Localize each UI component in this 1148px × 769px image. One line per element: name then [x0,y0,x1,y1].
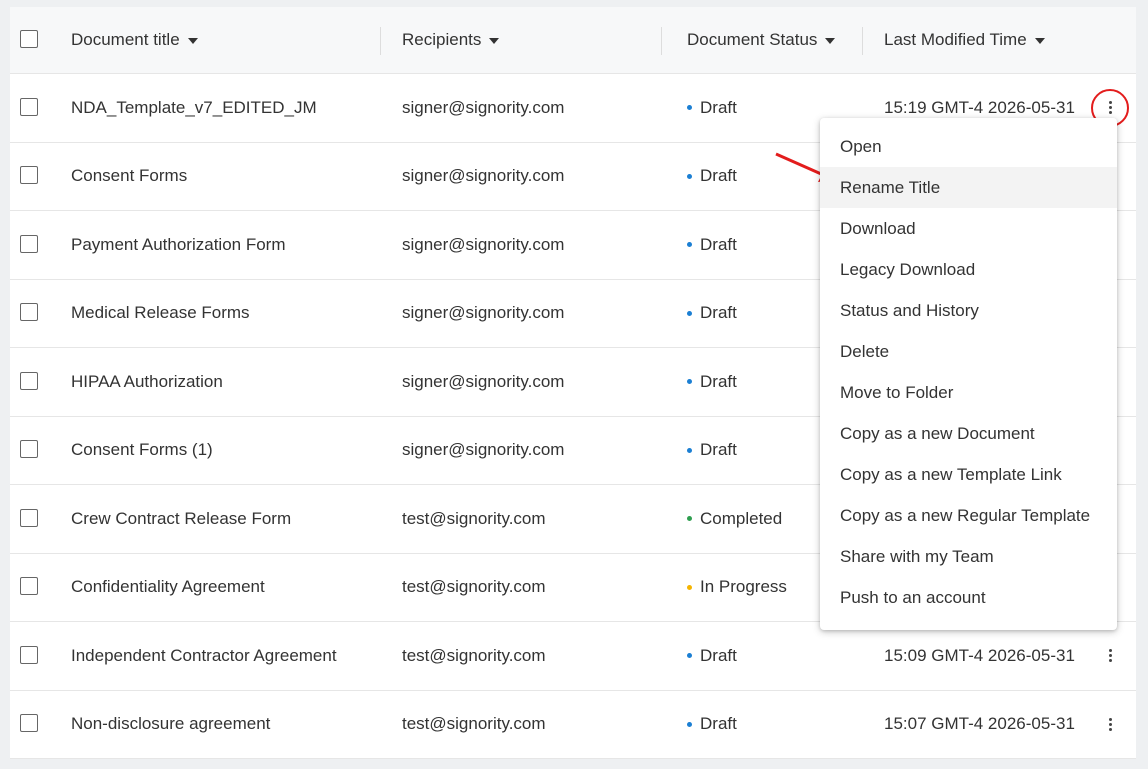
last-modified-time: 15:07 GMT-4 2026-05-31 [884,714,1075,734]
row-checkbox[interactable] [20,303,38,322]
recipient-email: signer@signority.com [402,234,565,254]
table-row[interactable]: Non-disclosure agreement test@signority.… [10,691,1136,759]
document-title[interactable]: Non-disclosure agreement [71,691,270,759]
document-status: In Progress [687,554,787,622]
sort-caret-icon[interactable] [1034,38,1045,44]
document-status: Draft [687,280,737,348]
column-header-title-label: Document title [71,30,180,49]
row-checkbox[interactable] [20,440,38,459]
last-modified-time: 15:09 GMT-4 2026-05-31 [884,645,1075,665]
document-title[interactable]: Medical Release Forms [71,280,250,348]
status-label: In Progress [700,577,787,597]
status-dot-icon [687,173,692,179]
status-dot-icon [687,516,692,522]
recipient-email: test@signority.com [402,714,546,734]
column-divider [862,27,863,55]
column-divider [380,27,381,55]
menu-item-copy-as-a-new-regular-template[interactable]: Copy as a new Regular Template [820,495,1117,536]
status-label: Completed [700,508,783,528]
status-label: Draft [700,371,737,391]
menu-item-legacy-download[interactable]: Legacy Download [820,249,1117,290]
status-label: Draft [700,440,737,460]
more-actions-icon[interactable] [1098,645,1122,667]
menu-item-share-with-my-team[interactable]: Share with my Team [820,536,1117,577]
status-dot-icon [687,447,692,453]
select-all-checkbox[interactable] [20,30,38,48]
table-header: Document title Recipients Document Statu… [10,7,1136,74]
document-title[interactable]: Consent Forms (1) [71,417,213,485]
column-header-time-label: Last Modified Time [884,30,1027,49]
sort-caret-icon[interactable] [489,38,500,44]
document-status: Draft [687,417,737,485]
menu-item-delete[interactable]: Delete [820,331,1117,372]
menu-item-copy-as-a-new-template-link[interactable]: Copy as a new Template Link [820,454,1117,495]
recipient-email: signer@signority.com [402,97,565,117]
recipient-email: test@signority.com [402,645,546,665]
sort-caret-icon[interactable] [825,38,836,44]
status-dot-icon [687,379,692,385]
column-divider [661,27,662,55]
column-header-time[interactable]: Last Modified Time [884,7,1045,73]
menu-item-copy-as-a-new-document[interactable]: Copy as a new Document [820,413,1117,454]
recipient-email: test@signority.com [402,577,546,597]
document-title[interactable]: HIPAA Authorization [71,348,223,416]
row-checkbox[interactable] [20,234,38,253]
status-dot-icon [687,310,692,316]
status-dot-icon [687,584,692,590]
row-checkbox[interactable] [20,166,38,185]
document-title[interactable]: Payment Authorization Form [71,211,285,279]
column-header-recipients[interactable]: Recipients [402,7,500,73]
status-label: Draft [700,303,737,323]
menu-item-push-to-an-account[interactable]: Push to an account [820,577,1117,618]
status-label: Draft [700,166,737,186]
recipient-email: test@signority.com [402,508,546,528]
document-title[interactable]: Consent Forms [71,143,187,211]
status-dot-icon [687,721,692,727]
document-status: Draft [687,348,737,416]
menu-item-rename-title[interactable]: Rename Title [820,167,1117,208]
document-status: Draft [687,622,737,690]
column-header-recipients-label: Recipients [402,30,482,49]
document-title[interactable]: Crew Contract Release Form [71,485,291,553]
row-checkbox[interactable] [20,97,38,116]
document-status: Draft [687,143,737,211]
document-status: Draft [687,211,737,279]
document-title[interactable]: Independent Contractor Agreement [71,622,337,690]
row-context-menu: Open Rename Title Download Legacy Download S… [820,118,1117,630]
column-header-status[interactable]: Document Status [687,7,836,73]
menu-item-status-and-history[interactable]: Status and History [820,290,1117,331]
menu-item-open[interactable]: Open [820,126,1117,167]
table-row[interactable]: Independent Contractor Agreement test@si… [10,622,1136,691]
row-checkbox[interactable] [20,371,38,390]
status-label: Draft [700,645,737,665]
status-dot-icon [687,653,692,659]
status-dot-icon [687,105,692,111]
recipient-email: signer@signority.com [402,303,565,323]
recipient-email: signer@signority.com [402,440,565,460]
menu-item-download[interactable]: Download [820,208,1117,249]
document-status: Draft [687,74,737,142]
document-title[interactable]: NDA_Template_v7_EDITED_JM [71,74,317,142]
row-checkbox[interactable] [20,714,38,733]
menu-item-move-to-folder[interactable]: Move to Folder [820,372,1117,413]
document-status: Completed [687,485,782,553]
more-actions-icon[interactable] [1098,713,1122,735]
status-label: Draft [700,97,737,117]
row-checkbox[interactable] [20,577,38,596]
column-header-status-label: Document Status [687,30,818,49]
status-dot-icon [687,242,692,248]
status-label: Draft [700,234,737,254]
document-status: Draft [687,691,737,759]
recipient-email: signer@signority.com [402,371,565,391]
sort-caret-icon[interactable] [187,38,198,44]
column-header-title[interactable]: Document title [71,7,198,73]
row-checkbox[interactable] [20,645,38,664]
recipient-email: signer@signority.com [402,166,565,186]
row-checkbox[interactable] [20,508,38,527]
document-title[interactable]: Confidentiality Agreement [71,554,265,622]
status-label: Draft [700,714,737,734]
